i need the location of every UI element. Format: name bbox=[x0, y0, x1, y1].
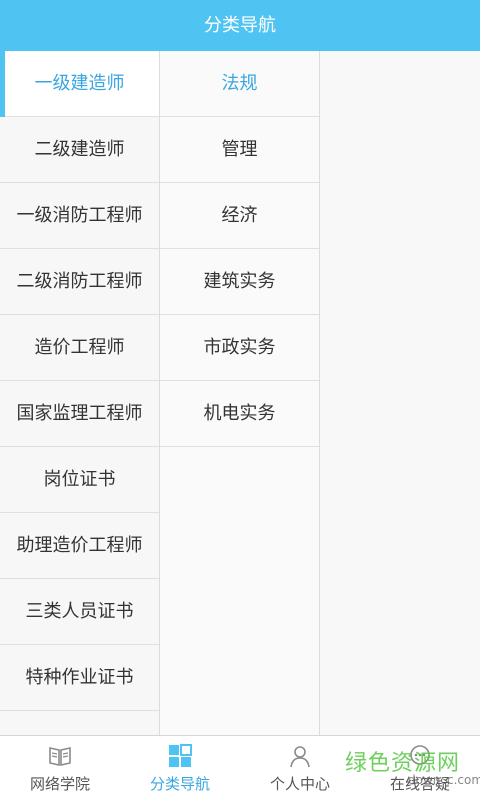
nav-tab-academy[interactable]: 网络学院 bbox=[0, 736, 120, 800]
nav-label: 个人中心 bbox=[269, 775, 330, 793]
category-item-7[interactable]: 岗位证书 bbox=[0, 447, 159, 513]
detail-pane bbox=[320, 51, 480, 735]
category-item-5[interactable]: 造价工程师 bbox=[0, 315, 159, 381]
subcategory-item-6[interactable]: 机电实务 bbox=[160, 381, 319, 447]
category-item-3[interactable]: 一级消防工程师 bbox=[0, 183, 159, 249]
subcategory-item-2[interactable]: 管理 bbox=[160, 117, 319, 183]
subcategory-item-1[interactable]: 法规 bbox=[160, 51, 319, 117]
category-item-4[interactable]: 二级消防工程师 bbox=[0, 249, 159, 315]
nav-label: 分类导航 bbox=[149, 775, 210, 793]
watermark-url: downcc.com bbox=[408, 773, 480, 787]
person-icon bbox=[290, 746, 310, 768]
nav-tab-categories[interactable]: 分类导航 bbox=[120, 736, 240, 800]
page-title: 分类导航 bbox=[204, 15, 276, 36]
subcategory-item-4[interactable]: 建筑实务 bbox=[160, 249, 319, 315]
category-item-6[interactable]: 国家监理工程师 bbox=[0, 381, 159, 447]
subcategory-list[interactable]: 法规 管理 经济 建筑实务 市政实务 机电实务 bbox=[160, 51, 320, 735]
grid-icon bbox=[169, 744, 192, 767]
category-item-2[interactable]: 二级建造师 bbox=[0, 117, 159, 183]
category-item-10[interactable]: 特种作业证书 bbox=[0, 645, 159, 711]
nav-label: 网络学院 bbox=[29, 775, 90, 793]
subcategory-item-3[interactable]: 经济 bbox=[160, 183, 319, 249]
category-item-9[interactable]: 三类人员证书 bbox=[0, 579, 159, 645]
category-list[interactable]: 一级建造师 二级建造师 一级消防工程师 二级消防工程师 造价工程师 国家监理工程… bbox=[0, 51, 160, 735]
nav-tab-profile[interactable]: 个人中心 bbox=[240, 736, 360, 800]
category-item-8[interactable]: 助理造价工程师 bbox=[0, 513, 159, 579]
category-item-1[interactable]: 一级建造师 bbox=[0, 51, 159, 117]
book-icon bbox=[49, 747, 71, 766]
top-bar: 分类导航 bbox=[0, 0, 480, 51]
subcategory-item-5[interactable]: 市政实务 bbox=[160, 315, 319, 381]
